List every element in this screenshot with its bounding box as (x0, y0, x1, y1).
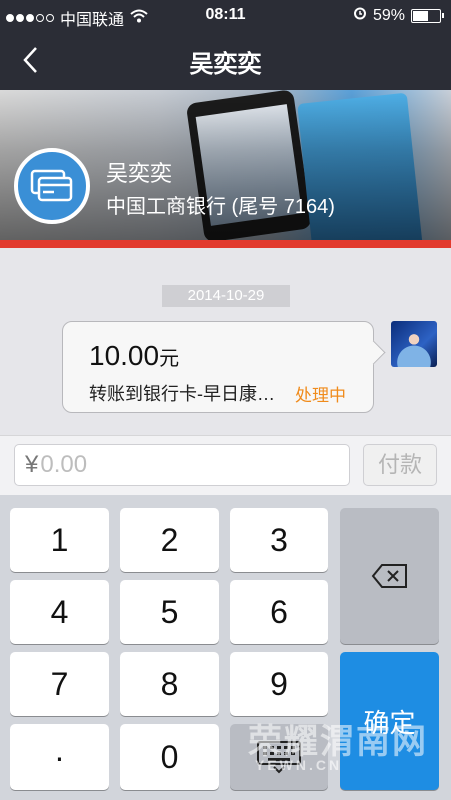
watermark-domain: YEWN.CN (255, 757, 343, 773)
key-4[interactable]: 4 (10, 580, 109, 644)
delete-button[interactable] (340, 508, 439, 644)
transfer-message-bubble[interactable]: 10.00元 转账到银行卡-早日康… 处理中 (62, 321, 374, 413)
pay-button[interactable]: 付款 (363, 444, 437, 486)
key-dot[interactable]: · (10, 724, 109, 790)
watermark: 荣耀渭南网 (248, 723, 428, 761)
key-5[interactable]: 5 (120, 580, 219, 644)
status-bar: 中国联通 08:11 59% (0, 0, 451, 30)
accent-divider (0, 240, 451, 248)
page-title: 吴奕奕 (189, 51, 262, 78)
chat-area[interactable]: 2014-10-29 10.00元 转账到银行卡-早日康… 处理中 (0, 248, 451, 435)
date-chip: 2014-10-29 (162, 285, 290, 307)
key-9[interactable]: 9 (230, 652, 328, 716)
transfer-amount: 10.00元 (89, 340, 179, 372)
account-banner: 吴奕奕 中国工商银行 (尾号 7164) (0, 90, 451, 240)
key-3[interactable]: 3 (230, 508, 328, 572)
currency-symbol: ¥ (25, 451, 39, 478)
bank-info: 中国工商银行 (尾号 7164) (106, 196, 335, 218)
amount-input[interactable] (40, 451, 321, 479)
battery-percent: 59% (372, 6, 405, 24)
key-7[interactable]: 7 (10, 652, 109, 716)
account-name: 吴奕奕 (106, 161, 173, 186)
nav-bar: 吴奕奕 (0, 30, 451, 90)
battery-icon (411, 8, 444, 23)
key-2[interactable]: 2 (120, 508, 219, 572)
key-1[interactable]: 1 (10, 508, 109, 572)
bank-card-icon (14, 148, 90, 224)
key-0[interactable]: 0 (120, 724, 219, 790)
status-right: 59% (353, 6, 444, 25)
key-8[interactable]: 8 (120, 652, 219, 716)
avatar[interactable] (391, 321, 437, 367)
backspace-icon (371, 564, 407, 588)
key-6[interactable]: 6 (230, 580, 328, 644)
alarm-icon (353, 6, 367, 25)
transfer-amount-value: 10.00 (89, 340, 160, 371)
payment-input-row: ¥ 付款 (0, 435, 451, 495)
transfer-amount-unit: 元 (159, 348, 180, 370)
transfer-status: 处理中 (295, 386, 346, 405)
transfer-description: 转账到银行卡-早日康… (89, 384, 275, 404)
amount-field[interactable]: ¥ (14, 444, 350, 486)
